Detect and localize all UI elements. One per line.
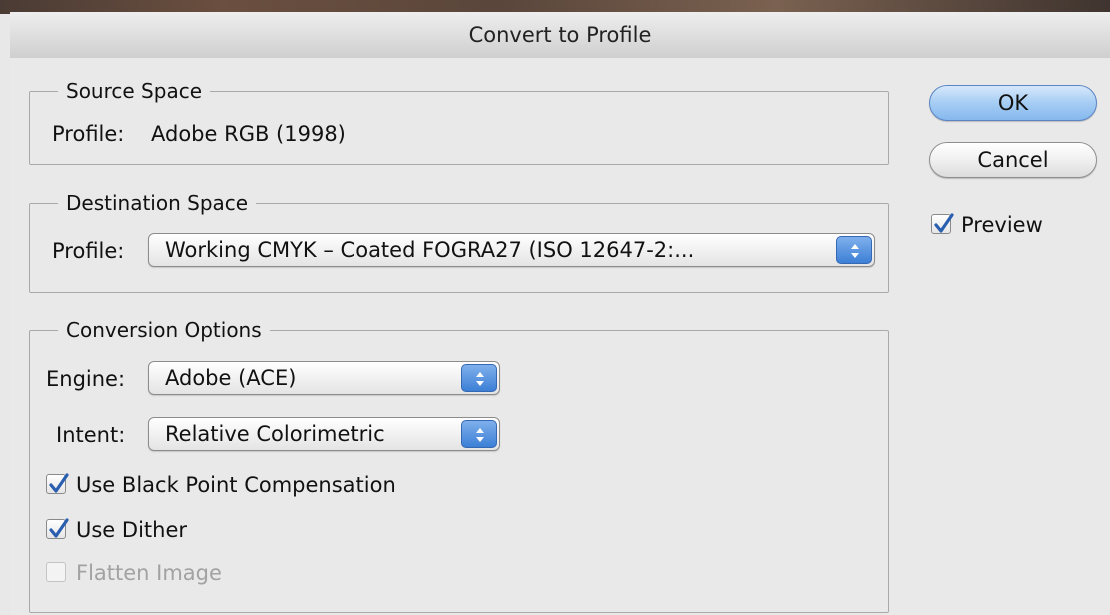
flatten-image-checkbox[interactable]: Flatten Image	[46, 559, 276, 587]
intent-label: Intent:	[56, 423, 126, 447]
destination-space-group: Destination Space Profile: Working CMYK …	[29, 190, 889, 293]
intent-select[interactable]: Relative Colorimetric	[148, 417, 500, 451]
engine-label: Engine:	[46, 367, 126, 391]
checkbox-checked[interactable]	[46, 473, 69, 494]
use-dither-checkbox[interactable]: Use Dither	[46, 516, 246, 544]
destination-space-legend: Destination Space	[58, 190, 257, 216]
preview-label: Preview	[961, 213, 1043, 237]
checkbox-unchecked-disabled[interactable]	[46, 562, 66, 582]
destination-profile-selected: Working CMYK – Coated FOGRA27 (ISO 12647…	[165, 238, 695, 262]
dialog-title: Convert to Profile	[468, 23, 652, 47]
engine-select[interactable]: Adobe (ACE)	[148, 361, 500, 395]
cancel-button[interactable]: Cancel	[929, 142, 1097, 178]
black-point-compensation-label: Use Black Point Compensation	[76, 473, 396, 497]
use-dither-label: Use Dither	[76, 518, 188, 542]
intent-selected: Relative Colorimetric	[165, 422, 385, 446]
checkmark-icon	[934, 213, 954, 233]
destination-profile-label: Profile:	[52, 239, 125, 263]
engine-selected: Adobe (ACE)	[165, 366, 297, 390]
ok-button[interactable]: OK	[929, 85, 1097, 121]
flatten-image-label: Flatten Image	[76, 561, 222, 585]
convert-to-profile-dialog: Source Space Profile: Adobe RGB (1998) D…	[10, 58, 1110, 615]
source-profile-value: Adobe RGB (1998)	[151, 122, 346, 146]
up-down-arrows-icon	[461, 364, 497, 392]
up-down-arrows-icon	[836, 236, 872, 264]
conversion-options-legend: Conversion Options	[58, 317, 270, 343]
destination-profile-select[interactable]: Working CMYK – Coated FOGRA27 (ISO 12647…	[148, 233, 875, 267]
checkmark-icon	[49, 518, 69, 538]
source-space-legend: Source Space	[58, 78, 210, 104]
source-space-group: Source Space Profile: Adobe RGB (1998)	[29, 78, 889, 165]
checkmark-icon	[49, 473, 69, 493]
checkbox-checked[interactable]	[931, 213, 954, 234]
preview-checkbox[interactable]: Preview	[931, 211, 1081, 239]
up-down-arrows-icon	[461, 420, 497, 448]
dialog-title-bar: Convert to Profile	[10, 12, 1110, 59]
black-point-compensation-checkbox[interactable]: Use Black Point Compensation	[46, 471, 476, 499]
checkbox-checked[interactable]	[46, 518, 69, 539]
source-profile-label: Profile:	[52, 122, 125, 146]
